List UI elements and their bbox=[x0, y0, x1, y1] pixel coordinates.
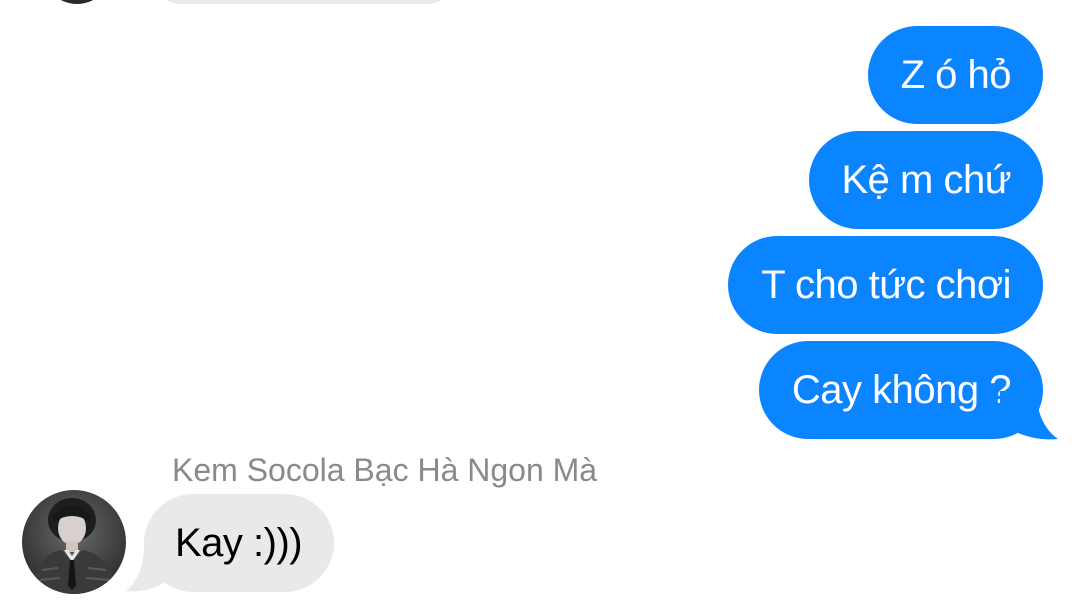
outgoing-bubble-tail bbox=[1000, 391, 1058, 440]
outgoing-message-bubble[interactable]: Kệ m chứ bbox=[808, 131, 1043, 229]
outgoing-message-bubble[interactable]: Z ó hỏ bbox=[867, 26, 1043, 124]
incoming-message-bubble[interactable]: Kay :))) bbox=[144, 494, 335, 592]
user-avatar-photo-icon bbox=[22, 490, 126, 594]
previous-message-bubble[interactable] bbox=[150, 0, 458, 4]
sender-avatar[interactable] bbox=[22, 490, 126, 594]
outgoing-message-bubble[interactable]: T cho tức chơi bbox=[728, 236, 1043, 334]
previous-avatar[interactable] bbox=[44, 0, 110, 4]
chat-thread: Z ó hỏ Kệ m chứ T cho tức chơi Cay không… bbox=[0, 0, 1079, 605]
sender-name: Kem Socola Bạc Hà Ngon Mà bbox=[172, 452, 598, 488]
